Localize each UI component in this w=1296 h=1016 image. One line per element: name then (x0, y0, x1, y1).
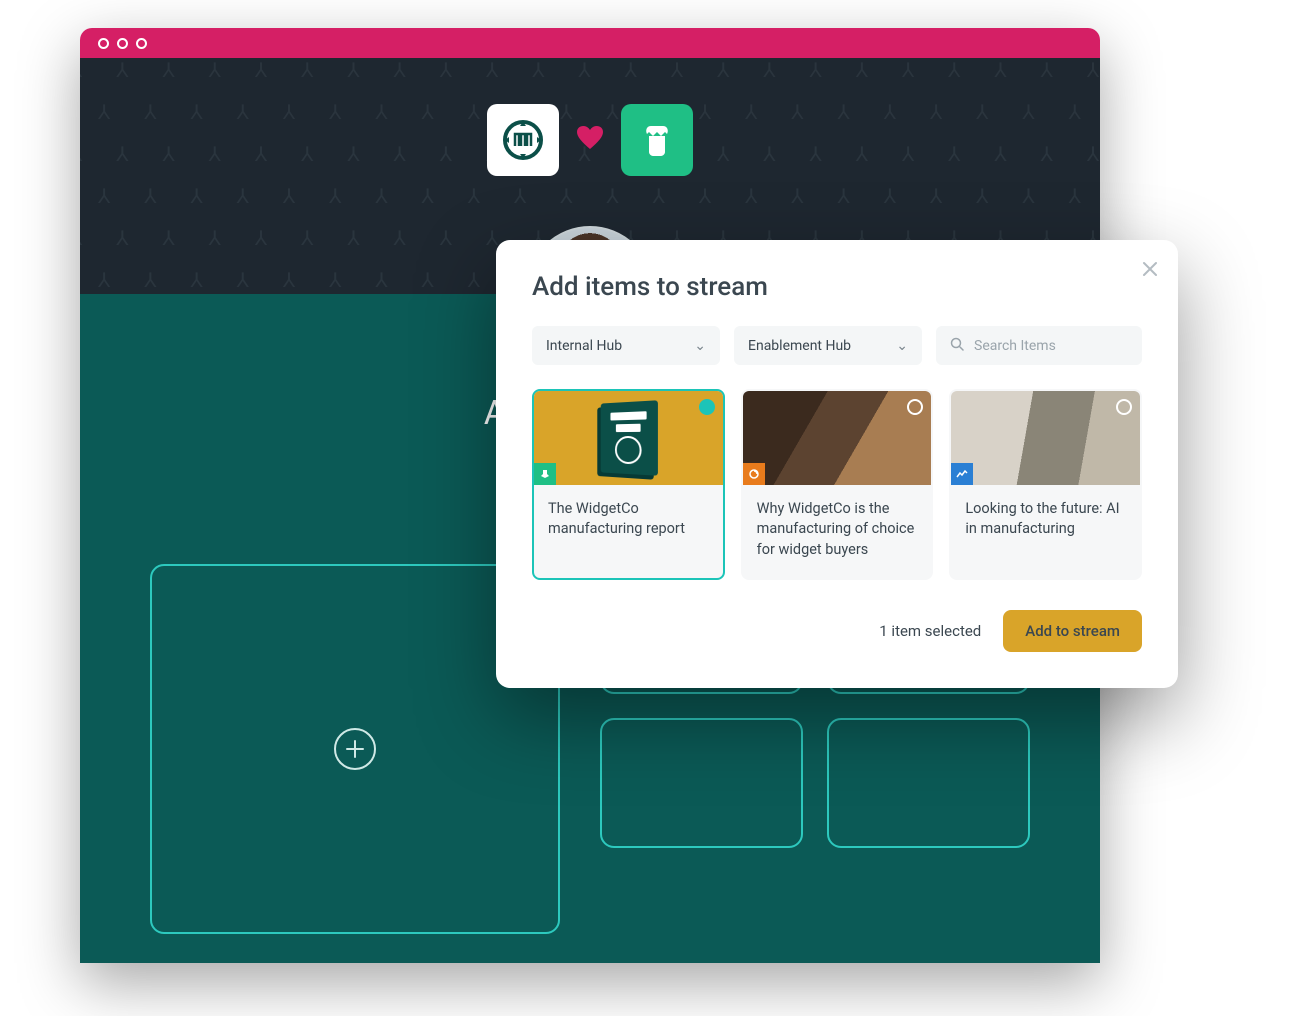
add-to-stream-button[interactable]: Add to stream (1003, 610, 1142, 652)
item-card[interactable]: Looking to the future: AI in manufacturi… (949, 389, 1142, 580)
window-control-dot[interactable] (136, 38, 147, 49)
chevron-down-icon: ⌄ (896, 338, 908, 354)
item-title: Looking to the future: AI in manufacturi… (951, 485, 1140, 558)
window-control-dot[interactable] (117, 38, 128, 49)
close-icon[interactable] (1142, 258, 1158, 282)
empty-slot[interactable] (600, 718, 803, 848)
chevron-down-icon: ⌄ (694, 338, 706, 354)
empty-slot[interactable] (827, 718, 1030, 848)
item-title: Why WidgetCo is the manufacturing of cho… (743, 485, 932, 578)
window-control-dot[interactable] (98, 38, 109, 49)
dropdown-label: Internal Hub (546, 338, 622, 354)
heart-icon (577, 126, 603, 154)
item-title: The WidgetCo manufacturing report (534, 485, 723, 558)
item-card[interactable]: The WidgetCo manufacturing report (532, 389, 725, 580)
item-row: The WidgetCo manufacturing report Why Wi… (532, 389, 1142, 580)
logo-pair (487, 104, 693, 176)
partner-logo (621, 104, 693, 176)
modal-title: Add items to stream (532, 272, 1142, 302)
source-badge-icon (534, 463, 556, 485)
selected-count: 1 item selected (879, 622, 981, 640)
item-thumbnail (951, 391, 1140, 485)
company-logo (487, 104, 559, 176)
search-input[interactable] (974, 338, 1128, 354)
selection-indicator (699, 399, 715, 415)
source-badge-icon (951, 463, 973, 485)
add-items-modal: Add items to stream Internal Hub ⌄ Enabl… (496, 240, 1178, 688)
window-titlebar (80, 28, 1100, 58)
selection-indicator (1116, 399, 1132, 415)
item-thumbnail (743, 391, 932, 485)
source-badge-icon (743, 463, 765, 485)
search-items-field[interactable] (936, 326, 1142, 365)
hub-dropdown-1[interactable]: Internal Hub ⌄ (532, 326, 720, 365)
selection-indicator (907, 399, 923, 415)
hub-dropdown-2[interactable]: Enablement Hub ⌄ (734, 326, 922, 365)
modal-footer: 1 item selected Add to stream (532, 610, 1142, 652)
item-card[interactable]: Why WidgetCo is the manufacturing of cho… (741, 389, 934, 580)
item-thumbnail (534, 391, 723, 485)
search-icon (950, 336, 964, 355)
plus-icon (334, 728, 376, 770)
dropdown-label: Enablement Hub (748, 338, 851, 354)
modal-controls: Internal Hub ⌄ Enablement Hub ⌄ (532, 326, 1142, 365)
